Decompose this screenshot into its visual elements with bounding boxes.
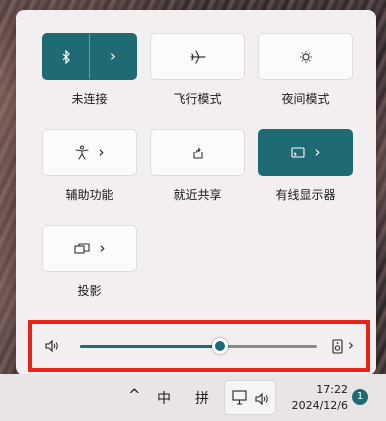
- brightness-icon: [299, 50, 313, 64]
- volume-slider-row: ›: [28, 320, 370, 372]
- network-wired-icon: [232, 390, 248, 410]
- ime-mode-indicator[interactable]: 中: [157, 388, 171, 408]
- share-icon: [191, 146, 205, 160]
- night-light-label: 夜间模式: [281, 92, 330, 106]
- volume-slider[interactable]: [80, 338, 317, 354]
- cast-icon: [290, 146, 305, 159]
- airplane-mode-tile[interactable]: [150, 33, 245, 80]
- nearby-share-label: 就近共享: [173, 188, 222, 202]
- wired-display-tile[interactable]: ›: [258, 129, 353, 176]
- ime-name-indicator[interactable]: 拼: [195, 388, 209, 408]
- wired-display-label: 有线显示器: [275, 188, 336, 202]
- clock-date: 2024/12/6: [291, 399, 348, 412]
- bluetooth-tile[interactable]: ›: [42, 33, 137, 80]
- volume-slider-thumb[interactable]: [211, 338, 228, 354]
- bluetooth-icon: [61, 49, 71, 64]
- chevron-right-icon: ›: [110, 47, 116, 65]
- notification-badge[interactable]: 1: [352, 389, 368, 405]
- volume-slider-fill: [80, 345, 220, 348]
- audio-output-icon[interactable]: [332, 339, 343, 358]
- airplane-icon: [189, 49, 206, 64]
- night-light-tile[interactable]: [258, 33, 353, 80]
- project-icon: [73, 242, 90, 255]
- project-label: 投影: [77, 284, 102, 298]
- show-hidden-icons-button[interactable]: ^: [128, 386, 141, 404]
- accessibility-tile[interactable]: ›: [42, 129, 137, 176]
- speaker-icon[interactable]: [44, 338, 60, 357]
- volume-icon: [254, 391, 270, 410]
- nearby-share-tile[interactable]: [150, 129, 245, 176]
- bluetooth-label: 未连接: [71, 92, 108, 106]
- network-volume-tray-button[interactable]: [224, 380, 276, 415]
- chevron-right-icon: ›: [99, 239, 106, 257]
- chevron-right-icon[interactable]: ›: [348, 336, 354, 354]
- accessibility-label: 辅助功能: [65, 188, 114, 202]
- airplane-mode-label: 飞行模式: [173, 92, 222, 106]
- project-tile[interactable]: ›: [42, 225, 137, 272]
- chevron-right-icon: ›: [98, 143, 105, 161]
- bluetooth-toggle[interactable]: [43, 34, 89, 79]
- taskbar: ^ 中 拼 17:22 2024/12/6 1: [0, 374, 386, 421]
- clock[interactable]: 17:22 2024/12/6: [288, 382, 348, 414]
- accessibility-icon: [74, 145, 89, 160]
- bluetooth-settings-chevron[interactable]: ›: [90, 34, 136, 79]
- chevron-right-icon: ›: [314, 143, 321, 161]
- clock-time: 17:22: [316, 383, 348, 396]
